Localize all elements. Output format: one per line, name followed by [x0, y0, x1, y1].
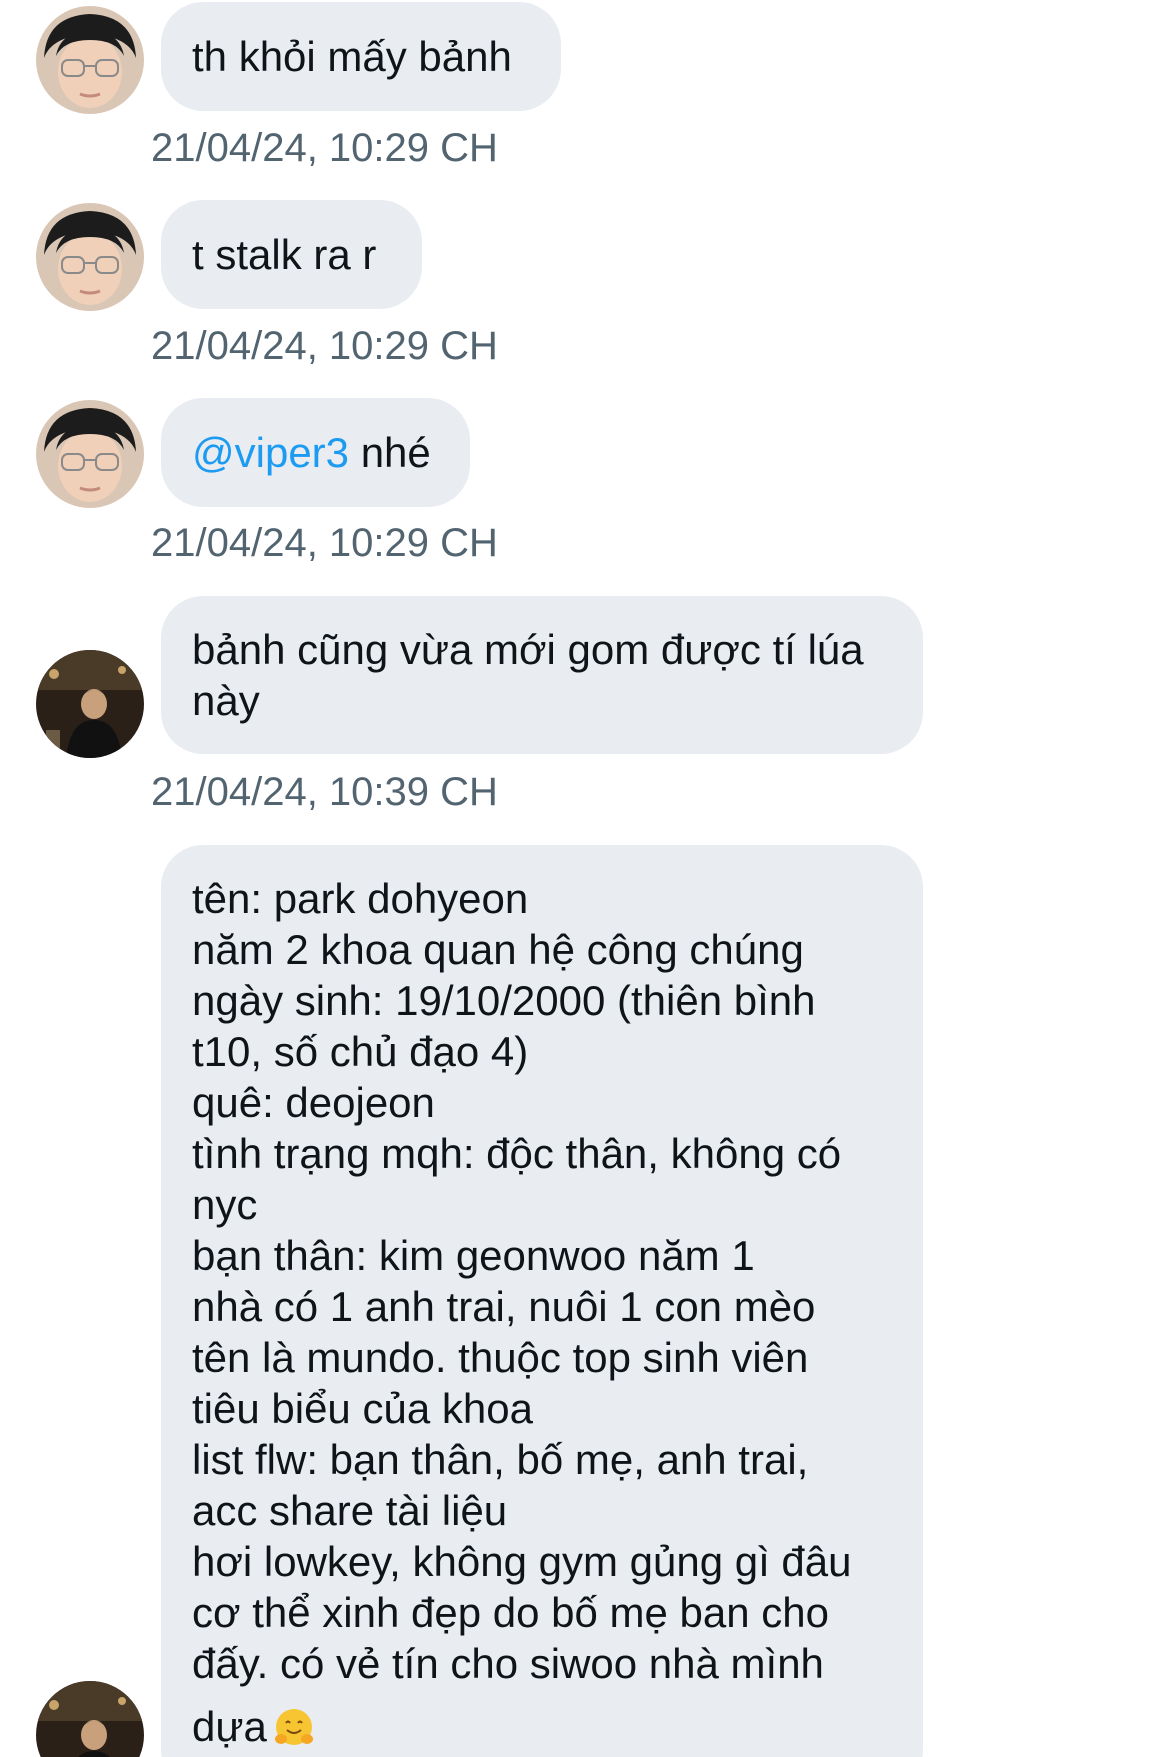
message-timestamp: 21/04/24, 10:29 CH: [151, 521, 498, 565]
message-bubble[interactable]: tên: park dohyeon năm 2 khoa quan hệ côn…: [161, 845, 923, 1757]
message-bubble[interactable]: t stalk ra r: [161, 200, 422, 309]
sender-avatar[interactable]: [36, 400, 144, 508]
message-line: bạn thân: kim geonwoo năm 1: [192, 1232, 755, 1279]
message-bubble[interactable]: @viper3 nhé: [161, 398, 470, 507]
message-line: tên: park dohyeon: [192, 875, 529, 922]
avatar-glasses-image: [36, 6, 144, 114]
message-bubble[interactable]: bảnh cũng vừa mới gom được tí lúa này: [161, 596, 923, 754]
message-line: cơ thể xinh đẹp do bố mẹ ban cho: [192, 1589, 829, 1636]
message-line: quê: deojeon: [192, 1079, 435, 1126]
message-timestamp: 21/04/24, 10:29 CH: [151, 324, 498, 368]
message-line-last: dựa: [192, 1701, 893, 1752]
sender-avatar[interactable]: [36, 6, 144, 114]
message-line: nhà có 1 anh trai, nuôi 1 con mèo: [192, 1283, 816, 1330]
message-bubble[interactable]: th khỏi mấy bảnh: [161, 2, 561, 111]
message-text: t stalk ra r: [192, 231, 377, 278]
message-text-tail: nhé: [349, 429, 431, 476]
message-line: hơi lowkey, không gym gủng gì đâu: [192, 1538, 852, 1585]
message-line: tình trạng mqh: độc thân, không có: [192, 1130, 842, 1177]
sender-avatar[interactable]: [36, 1681, 144, 1757]
avatar-glasses-image: [36, 400, 144, 508]
message-line: acc share tài liệu: [192, 1487, 508, 1534]
dm-thread: th khỏi mấy bảnh 21/04/24, 10:29 CH t st…: [0, 0, 1170, 1757]
message-line: năm 2 khoa quan hệ công chúng: [192, 926, 804, 973]
message-line: list flw: bạn thân, bố mẹ, anh trai,: [192, 1436, 809, 1483]
sender-avatar[interactable]: [36, 650, 144, 758]
message-timestamp: 21/04/24, 10:39 CH: [151, 770, 498, 814]
message-line: nyc: [192, 1181, 258, 1228]
mention-link[interactable]: @viper3: [192, 429, 349, 476]
message-line: dựa: [192, 1703, 267, 1750]
message-timestamp: 21/04/24, 10:29 CH: [151, 126, 498, 170]
message-line: đấy. có vẻ tín cho siwoo nhà mình: [192, 1640, 824, 1687]
message-line: tiêu biểu của khoa: [192, 1385, 533, 1432]
avatar-dark-image: [36, 1681, 144, 1757]
message-text: th khỏi mấy bảnh: [192, 33, 512, 80]
avatar-glasses-image: [36, 203, 144, 311]
message-line: t10, số chủ đạo 4): [192, 1028, 529, 1075]
avatar-dark-image: [36, 650, 144, 758]
message-line: này: [192, 677, 260, 724]
message-line: tên là mundo. thuộc top sinh viên: [192, 1334, 809, 1381]
message-line: ngày sinh: 19/10/2000 (thiên bình: [192, 977, 816, 1024]
sender-avatar[interactable]: [36, 203, 144, 311]
message-line: bảnh cũng vừa mới gom được tí lúa: [192, 626, 864, 673]
hugging-face-emoji-icon: [274, 1709, 313, 1745]
message-text: @viper3 nhé: [192, 427, 440, 478]
